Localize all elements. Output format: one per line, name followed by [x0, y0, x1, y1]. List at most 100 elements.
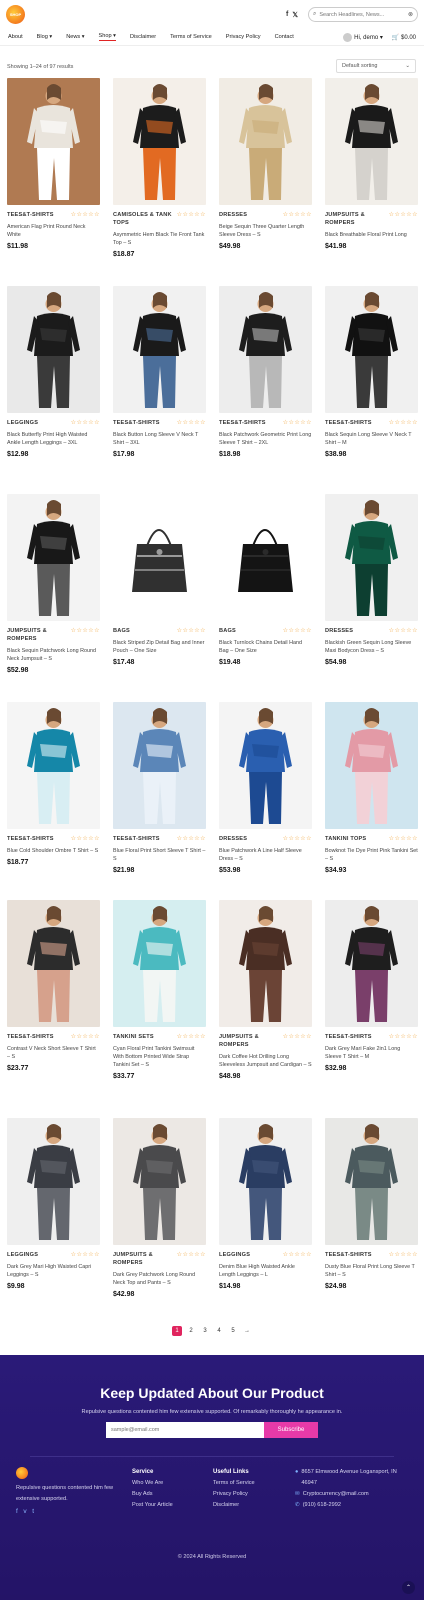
- nav-contact[interactable]: Contact: [275, 34, 294, 40]
- newsletter-email-input[interactable]: [106, 1422, 264, 1438]
- product-category[interactable]: TEES&T-SHIRTS: [325, 419, 387, 427]
- product-card[interactable]: LEGGINGS ☆☆☆☆☆ Black Butterfly Print Hig…: [7, 286, 100, 458]
- product-image[interactable]: [325, 1118, 418, 1245]
- product-title[interactable]: Black Button Long Sleeve V Neck T Shirt …: [113, 431, 206, 447]
- product-title[interactable]: Asymmetric Hem Black Tie Front Tank Top …: [113, 231, 206, 247]
- product-category[interactable]: JUMPSUITS & ROMPERS: [113, 1251, 175, 1267]
- footer-link-ads[interactable]: Buy Ads: [132, 1489, 202, 1500]
- footer-phone[interactable]: (910) 618-2992: [303, 1500, 341, 1511]
- product-category[interactable]: LEGGINGS: [7, 419, 69, 427]
- product-title[interactable]: Blue Floral Print Short Sleeve T Shirt –…: [113, 847, 206, 863]
- product-image[interactable]: [113, 286, 206, 413]
- product-category[interactable]: LEGGINGS: [7, 1251, 69, 1259]
- close-icon[interactable]: ⊗: [408, 11, 413, 18]
- product-image[interactable]: [325, 286, 418, 413]
- next-page-button[interactable]: →: [242, 1326, 252, 1336]
- product-category[interactable]: JUMPSUITS & ROMPERS: [219, 1033, 281, 1049]
- product-image[interactable]: [325, 494, 418, 621]
- vimeo-icon[interactable]: v: [23, 1508, 26, 1515]
- product-image[interactable]: [7, 900, 100, 1027]
- product-title[interactable]: Dark Grey Mari High Waisted Capri Leggin…: [7, 1263, 100, 1279]
- product-category[interactable]: LEGGINGS: [219, 1251, 281, 1259]
- footer-email[interactable]: Cryptocurrency@mail.com: [303, 1489, 369, 1500]
- product-image[interactable]: [219, 1118, 312, 1245]
- product-card[interactable]: DRESSES ☆☆☆☆☆ Blue Patchwork A Line Half…: [219, 702, 312, 874]
- search-input[interactable]: [319, 11, 408, 18]
- product-title[interactable]: Beige Sequin Three Quarter Length Sleeve…: [219, 223, 312, 239]
- product-title[interactable]: Blue Patchwork A Line Half Sleeve Dress …: [219, 847, 312, 863]
- page-1[interactable]: 1: [172, 1326, 182, 1336]
- page-3[interactable]: 3: [200, 1326, 210, 1336]
- product-category[interactable]: TANKINI TOPS: [325, 835, 387, 843]
- product-card[interactable]: DRESSES ☆☆☆☆☆ Blackish Green Sequin Long…: [325, 494, 418, 666]
- product-title[interactable]: Dusty Blue Floral Print Long Sleeve T Sh…: [325, 1263, 418, 1279]
- product-image[interactable]: [219, 286, 312, 413]
- product-card[interactable]: LEGGINGS ☆☆☆☆☆ Denim Blue High Waisted A…: [219, 1118, 312, 1290]
- product-category[interactable]: TEES&T-SHIRTS: [325, 1033, 387, 1041]
- product-card[interactable]: TEES&T-SHIRTS ☆☆☆☆☆ Black Patchwork Geom…: [219, 286, 312, 458]
- site-logo[interactable]: SHOP: [6, 5, 25, 24]
- product-image[interactable]: [219, 702, 312, 829]
- product-category[interactable]: TEES&T-SHIRTS: [7, 211, 69, 219]
- product-title[interactable]: Black Butterfly Print High Waisted Ankle…: [7, 431, 100, 447]
- product-title[interactable]: Cyan Floral Print Tankini Swimsuit With …: [113, 1045, 206, 1069]
- nav-about[interactable]: About: [8, 34, 23, 40]
- facebook-icon[interactable]: f: [16, 1508, 18, 1515]
- product-card[interactable]: TEES&T-SHIRTS ☆☆☆☆☆ Black Button Long Sl…: [113, 286, 206, 458]
- product-image[interactable]: [7, 1118, 100, 1245]
- product-image[interactable]: [7, 78, 100, 205]
- product-card[interactable]: BAGS ☆☆☆☆☆ Black Striped Zip Detail Bag …: [113, 494, 206, 666]
- product-image[interactable]: [325, 702, 418, 829]
- product-title[interactable]: Dark Grey Mari Fake 2in1 Long Sleeve T S…: [325, 1045, 418, 1061]
- nav-news[interactable]: News ▾: [66, 34, 84, 40]
- product-category[interactable]: BAGS: [219, 627, 281, 635]
- product-category[interactable]: CAMISOLES & TANK TOPS: [113, 211, 175, 227]
- product-title[interactable]: Denim Blue High Waisted Ankle Length Leg…: [219, 1263, 312, 1279]
- product-title[interactable]: Black Sequin Long Sleeve V Neck T Shirt …: [325, 431, 418, 447]
- product-card[interactable]: TEES&T-SHIRTS ☆☆☆☆☆ Dusty Blue Floral Pr…: [325, 1118, 418, 1290]
- product-image[interactable]: [325, 78, 418, 205]
- product-image[interactable]: [325, 900, 418, 1027]
- nav-shop[interactable]: Shop ▾: [98, 33, 116, 41]
- nav-blog[interactable]: Blog ▾: [37, 34, 53, 40]
- product-category[interactable]: JUMPSUITS & ROMPERS: [325, 211, 387, 227]
- product-category[interactable]: TEES&T-SHIRTS: [113, 835, 175, 843]
- account-menu[interactable]: Hi, demo ▾: [343, 32, 383, 42]
- cart-button[interactable]: 🛒 $0.00: [392, 34, 416, 41]
- product-card[interactable]: TEES&T-SHIRTS ☆☆☆☆☆ Dark Grey Mari Fake …: [325, 900, 418, 1072]
- product-image[interactable]: [219, 900, 312, 1027]
- product-category[interactable]: DRESSES: [325, 627, 387, 635]
- product-card[interactable]: TEES&T-SHIRTS ☆☆☆☆☆ Blue Floral Print Sh…: [113, 702, 206, 874]
- product-title[interactable]: Bowknot Tie Dye Print Pink Tankini Set –…: [325, 847, 418, 863]
- product-title[interactable]: Black Turnlock Chains Detail Hand Bag – …: [219, 639, 312, 655]
- product-category[interactable]: DRESSES: [219, 211, 281, 219]
- sort-select[interactable]: Default sorting ⌄: [336, 59, 416, 73]
- product-title[interactable]: Dark Coffee Hot Drilling Long Sleeveless…: [219, 1053, 312, 1069]
- product-image[interactable]: [113, 1118, 206, 1245]
- product-title[interactable]: Blue Cold Shoulder Ombre T Shirt – S: [7, 847, 100, 855]
- footer-link-terms[interactable]: Terms of Service: [213, 1478, 283, 1489]
- product-card[interactable]: JUMPSUITS & ROMPERS ☆☆☆☆☆ Black Breathab…: [325, 78, 418, 250]
- twitter-icon[interactable]: t: [32, 1508, 34, 1515]
- product-card[interactable]: JUMPSUITS & ROMPERS ☆☆☆☆☆ Dark Coffee Ho…: [219, 900, 312, 1080]
- subscribe-button[interactable]: Subscribe: [264, 1422, 318, 1438]
- product-title[interactable]: Blackish Green Sequin Long Sleeve Maxi B…: [325, 639, 418, 655]
- product-image[interactable]: [7, 702, 100, 829]
- product-category[interactable]: TEES&T-SHIRTS: [7, 835, 69, 843]
- product-image[interactable]: [219, 494, 312, 621]
- product-card[interactable]: BAGS ☆☆☆☆☆ Black Turnlock Chains Detail …: [219, 494, 312, 666]
- product-title[interactable]: Dark Grey Patchwork Long Round Neck Top …: [113, 1271, 206, 1287]
- product-card[interactable]: TANKINI SETS ☆☆☆☆☆ Cyan Floral Print Tan…: [113, 900, 206, 1080]
- nav-disclaimer[interactable]: Disclaimer: [130, 34, 156, 40]
- product-card[interactable]: TANKINI TOPS ☆☆☆☆☆ Bowknot Tie Dye Print…: [325, 702, 418, 874]
- product-category[interactable]: TEES&T-SHIRTS: [325, 1251, 387, 1259]
- footer-link-who[interactable]: Who We Are: [132, 1478, 202, 1489]
- product-card[interactable]: DRESSES ☆☆☆☆☆ Beige Sequin Three Quarter…: [219, 78, 312, 250]
- page-2[interactable]: 2: [186, 1326, 196, 1336]
- page-4[interactable]: 4: [214, 1326, 224, 1336]
- product-image[interactable]: [113, 494, 206, 621]
- product-category[interactable]: JUMPSUITS & ROMPERS: [7, 627, 69, 643]
- product-category[interactable]: DRESSES: [219, 835, 281, 843]
- product-card[interactable]: TEES&T-SHIRTS ☆☆☆☆☆ American Flag Print …: [7, 78, 100, 250]
- product-card[interactable]: LEGGINGS ☆☆☆☆☆ Dark Grey Mari High Waist…: [7, 1118, 100, 1290]
